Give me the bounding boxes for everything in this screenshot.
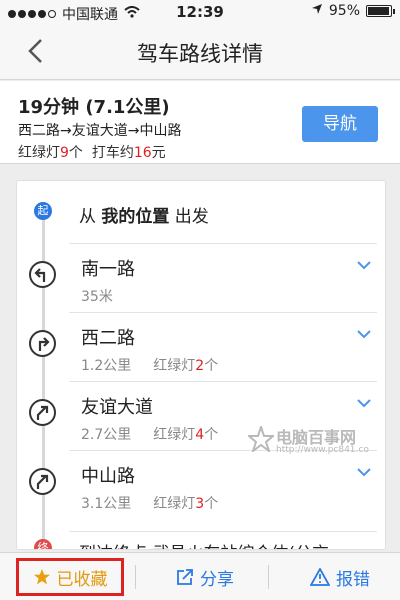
route-steps-card: 起 从 我的位置 出发 南一路 35米 西二路 1.2公里 红绿灯2个 友谊大道… xyxy=(16,180,386,550)
step-lights: 红绿灯3个 xyxy=(153,496,218,512)
chevron-down-icon[interactable] xyxy=(357,462,371,477)
favorite-label: 已收藏 xyxy=(56,569,108,590)
step-distance: 1.2公里 xyxy=(81,358,132,374)
share-icon xyxy=(177,569,193,585)
toolbar-divider xyxy=(268,565,269,589)
toolbar-divider xyxy=(135,565,136,589)
step-info: 35米 xyxy=(81,286,113,306)
bear-right-icon xyxy=(29,468,56,495)
star-icon xyxy=(33,569,50,585)
route-step[interactable]: 西二路 1.2公里 红绿灯2个 xyxy=(17,312,385,380)
report-label: 报错 xyxy=(336,569,370,590)
route-summary: 19分钟 (7.1公里) 西二路→友谊大道→中山路 红绿灯9个 打车约16元 导… xyxy=(0,81,400,164)
step-lights-count: 2 xyxy=(195,358,205,374)
turn-right-icon xyxy=(29,330,56,357)
bottom-toolbar: 已收藏 分享 报错 xyxy=(0,552,400,600)
chevron-down-icon[interactable] xyxy=(357,255,371,270)
star-watermark-icon xyxy=(248,426,274,452)
fare-label: 个 打车约 xyxy=(68,145,134,161)
start-row: 起 从 我的位置 出发 xyxy=(17,181,385,245)
step-road-name: 中山路 xyxy=(81,466,135,487)
status-right: 95% xyxy=(311,3,395,19)
step-lights-unit: 个 xyxy=(204,427,219,443)
step-lights-label: 红绿灯 xyxy=(153,496,196,512)
destination-badge: 终 xyxy=(34,539,52,549)
start-place: 我的位置 xyxy=(101,207,170,227)
bear-right-icon xyxy=(29,399,56,426)
turn-left-icon xyxy=(29,261,56,288)
start-suffix: 出发 xyxy=(169,207,209,227)
report-error-button[interactable]: 报错 xyxy=(280,553,400,600)
warning-icon xyxy=(310,568,330,586)
favorite-button[interactable]: 已收藏 xyxy=(16,558,124,596)
step-distance: 35米 xyxy=(81,289,113,305)
start-text: 从 我的位置 出发 xyxy=(79,202,209,227)
step-lights-label: 红绿灯 xyxy=(153,358,196,374)
destination-row[interactable]: 终 到达终点 武昌火车站综合体(公交 xyxy=(17,531,385,549)
step-road-name: 西二路 xyxy=(81,328,135,349)
step-lights: 红绿灯2个 xyxy=(153,358,218,374)
step-lights: 红绿灯4个 xyxy=(153,427,218,443)
navigate-button[interactable]: 导航 xyxy=(302,106,378,142)
battery-percent: 95% xyxy=(328,3,360,19)
location-arrow-icon xyxy=(311,3,323,19)
step-lights-unit: 个 xyxy=(204,358,219,374)
route-step[interactable]: 南一路 35米 xyxy=(17,243,385,311)
step-lights-label: 红绿灯 xyxy=(153,427,196,443)
step-info: 3.1公里 红绿灯3个 xyxy=(81,493,218,513)
watermark-url: http://www.pc841.co xyxy=(276,445,369,455)
step-road-name: 南一路 xyxy=(81,259,135,280)
chevron-down-icon[interactable] xyxy=(357,393,371,408)
step-lights-count: 4 xyxy=(195,427,205,443)
step-lights-count: 3 xyxy=(195,496,205,512)
step-info: 1.2公里 红绿灯2个 xyxy=(81,355,218,375)
lights-count: 9 xyxy=(60,145,69,161)
step-road-name: 友谊大道 xyxy=(81,397,153,418)
route-roads: 西二路→友谊大道→中山路 xyxy=(18,123,182,139)
lights-label: 红绿灯 xyxy=(18,145,60,161)
share-label: 分享 xyxy=(200,569,234,590)
step-lights-unit: 个 xyxy=(204,496,219,512)
chevron-down-icon[interactable] xyxy=(357,324,371,339)
lights-fare-info: 红绿灯9个 打车约16元 xyxy=(18,142,166,162)
share-button[interactable]: 分享 xyxy=(145,553,265,600)
battery-icon xyxy=(366,5,395,17)
fare-unit: 元 xyxy=(151,145,166,161)
start-prefix: 从 xyxy=(79,207,102,227)
destination-text: 到达终点 武昌火车站综合体(公交 xyxy=(79,539,329,549)
page-title: 驾车路线详情 xyxy=(137,42,263,66)
step-info: 2.7公里 红绿灯4个 xyxy=(81,424,218,444)
step-distance: 3.1公里 xyxy=(81,496,132,512)
watermark: 电脑百事网 http://www.pc841.co xyxy=(248,424,388,460)
step-distance: 2.7公里 xyxy=(81,427,132,443)
start-badge: 起 xyxy=(34,202,52,220)
nav-bar: 驾车路线详情 xyxy=(0,24,400,80)
duration-distance: 19分钟 (7.1公里) xyxy=(18,97,170,118)
status-bar: 中国联通 12:39 95% xyxy=(0,0,400,24)
fare-amount: 16 xyxy=(133,145,152,161)
route-step[interactable]: 中山路 3.1公里 红绿灯3个 xyxy=(17,450,385,518)
